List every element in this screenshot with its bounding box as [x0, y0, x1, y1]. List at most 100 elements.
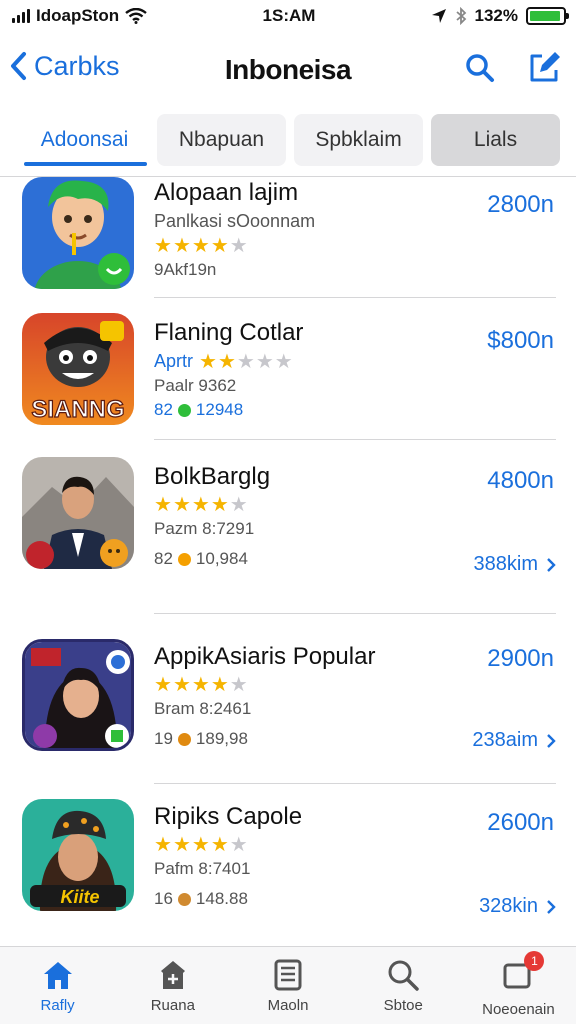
- tab-bar-label: Maoln: [267, 997, 309, 1014]
- app-meta: Paalr 9362: [154, 376, 237, 395]
- tab-bar-item-search[interactable]: Sbtoe: [346, 947, 461, 1024]
- tab-adoonsai[interactable]: Adoonsai: [20, 114, 149, 166]
- stat-count: 82: [154, 549, 173, 568]
- tab-lials[interactable]: Lials: [431, 114, 560, 166]
- list-item[interactable]: AppikAsiaris Popular ★ ★ ★ ★ ★ Bram 8:2461 1…: [0, 639, 576, 785]
- tab-bar-item-apps[interactable]: Maoln: [230, 947, 345, 1024]
- stat-value: 189,98: [195, 729, 248, 748]
- app-icon-woman-portrait: [22, 639, 134, 751]
- app-stats: 16 148.88: [154, 889, 302, 909]
- app-stats: 82 10,984: [154, 549, 270, 569]
- apps-icon: [274, 959, 302, 991]
- carrier-name: IdoapSton: [36, 6, 120, 25]
- tab-bar-item-today[interactable]: Rafly: [0, 947, 115, 1024]
- star-icon: ★: [210, 494, 229, 516]
- tab-nbapuan[interactable]: Nbapuan: [157, 114, 286, 166]
- list-item[interactable]: BolkBarglg ★ ★ ★ ★ ★ Pazm 8:7291 82 10,984 4…: [0, 457, 576, 615]
- tab-spbklaim[interactable]: Spbklaim: [294, 114, 423, 166]
- chevron-left-icon: [11, 52, 26, 80]
- star-rating: ★ ★ ★ ★ ★: [154, 835, 302, 855]
- app-icon-girl-cap: Kiite: [22, 799, 134, 911]
- app-size: 388kim: [473, 553, 538, 575]
- stat-value: 12948: [195, 400, 244, 419]
- size-link[interactable]: 328kin: [479, 895, 556, 918]
- app-icon-cartoon-boy: [22, 177, 134, 289]
- app-meta: Pazm 8:7291: [154, 519, 255, 538]
- price-button[interactable]: $800n: [487, 327, 554, 355]
- app-name: Ripiks Capole: [154, 803, 303, 830]
- chevron-right-icon: [547, 557, 556, 572]
- star-icon: ★: [172, 235, 191, 257]
- app-name: AppikAsiaris Popular: [154, 643, 376, 670]
- back-label: Carbks: [34, 50, 120, 81]
- row-divider: [154, 297, 556, 298]
- search-icon[interactable]: [462, 50, 498, 86]
- size-link[interactable]: 238aim: [472, 729, 556, 752]
- tab-bar-item-games[interactable]: Ruana: [115, 947, 230, 1024]
- back-button[interactable]: Carbks: [8, 50, 120, 82]
- app-size: 328kin: [479, 895, 538, 917]
- price-button[interactable]: 2900n: [487, 645, 554, 673]
- status-dot: [177, 552, 191, 566]
- price-button[interactable]: 2600n: [487, 809, 554, 837]
- tab-bar-item-updates[interactable]: 1 Noeoenain: [461, 947, 576, 1024]
- app-name: Alopaan lajim: [154, 179, 299, 206]
- star-icon: ★: [191, 494, 210, 516]
- tab-bar-label: Ruana: [150, 997, 195, 1014]
- list-item[interactable]: Alopaan lajim Panlkasi sOoonnam ★ ★ ★ ★ ★ 9A…: [0, 177, 576, 299]
- navigation-bar: Carbks Inboneisa: [0, 36, 576, 102]
- chevron-right-icon: [547, 899, 556, 914]
- price-button[interactable]: 4800n: [487, 467, 554, 495]
- star-icon: ★: [191, 674, 210, 696]
- search-icon: [388, 960, 419, 991]
- tab-bar-label: Sbtoe: [383, 997, 423, 1014]
- row-divider: [154, 613, 556, 614]
- location-icon: [431, 9, 446, 23]
- games-icon: [160, 961, 185, 989]
- app-meta: 9Akf19n: [154, 260, 217, 279]
- star-icon: ★: [255, 350, 274, 373]
- star-icon: ★: [172, 674, 191, 696]
- star-icon: ★: [229, 834, 248, 856]
- status-bar: IdoapSton 1S:AM 132%: [0, 0, 576, 32]
- stat-count: 16: [154, 889, 173, 908]
- star-rating: ★ ★ ★ ★ ★: [154, 495, 270, 515]
- star-icon: ★: [274, 350, 293, 373]
- star-icon: ★: [210, 674, 229, 696]
- app-list: Alopaan lajim Panlkasi sOoonnam ★ ★ ★ ★ ★ 9A…: [0, 177, 576, 945]
- tab-bar-label: Noeoenain: [482, 1001, 555, 1018]
- star-rating: ★ ★ ★ ★ ★: [199, 352, 293, 372]
- icon-lettering: SIANNG: [31, 396, 124, 423]
- app-subtitle: Aprtr: [154, 351, 194, 371]
- list-item[interactable]: Kiite Ripiks Capole ★ ★ ★ ★ ★ Pafm 8:7401 16…: [0, 799, 576, 945]
- stat-count: 82: [154, 400, 173, 419]
- star-icon: ★: [229, 235, 248, 257]
- star-icon: ★: [217, 350, 236, 373]
- app-name: BolkBarglg: [154, 463, 271, 490]
- icon-lettering: Kiite: [60, 887, 99, 907]
- status-time: 1S:AM: [262, 6, 316, 25]
- app-name: Flaning Cotlar: [154, 319, 304, 346]
- app-size: 238aim: [472, 729, 538, 751]
- size-link[interactable]: 388kim: [474, 553, 556, 576]
- star-icon: ★: [154, 235, 172, 257]
- price-button[interactable]: 2800n: [487, 191, 554, 219]
- app-icon-game-character: SIANNG: [22, 313, 134, 425]
- stat-value: 10,984: [195, 549, 248, 568]
- star-icon: ★: [154, 834, 172, 856]
- star-icon: ★: [210, 235, 229, 257]
- battery-icon: [526, 7, 569, 25]
- star-icon: ★: [154, 674, 172, 696]
- star-rating: ★ ★ ★ ★ ★: [154, 675, 375, 695]
- app-meta: Bram 8:2461: [154, 699, 252, 718]
- stat-count: 19: [154, 729, 173, 748]
- home-icon: [43, 962, 72, 989]
- compose-icon[interactable]: [526, 50, 562, 86]
- list-item[interactable]: SIANNG Flaning Cotlar Aprtr ★ ★ ★ ★ ★ Paalr …: [0, 313, 576, 441]
- stat-value: 148.88: [195, 889, 248, 908]
- battery-level: [530, 11, 561, 21]
- status-dot: [177, 403, 191, 417]
- bottom-tab-bar: Rafly Ruana Maoln Sbtoe 1 Noeoenain: [0, 946, 576, 1024]
- status-dot: [177, 732, 191, 746]
- app-stats: 19 189,98: [154, 729, 375, 749]
